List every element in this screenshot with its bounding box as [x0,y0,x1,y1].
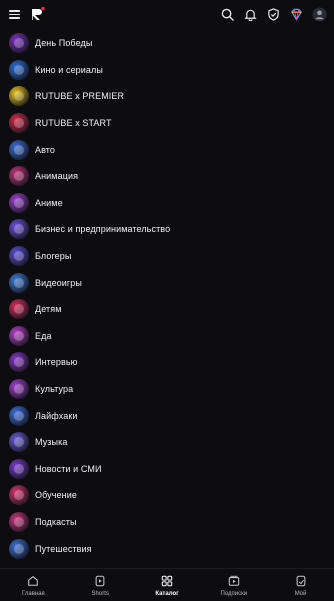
category-item[interactable]: Анимация [0,163,334,190]
category-item[interactable]: Путешествия [0,535,334,562]
premium-diamond-icon[interactable] [288,6,305,23]
category-label: Анимация [35,171,79,182]
category-icon [9,352,29,373]
category-item[interactable]: Авто [0,136,334,163]
category-list: День Победы Кино и сериалы RUTUBE x PREMIE… [0,30,334,562]
category-item[interactable]: Видеоигры [0,269,334,296]
category-item[interactable]: Интервью [0,349,334,376]
category-item[interactable]: Подкасты [0,509,334,536]
category-label: Культура [35,384,74,395]
category-item[interactable]: Еда [0,323,334,350]
category-label: Музыка [35,437,68,448]
category-label: RUTUBE x PREMIER [35,91,125,102]
top-bar [0,0,334,30]
nav-tab-label: Мой [294,591,307,597]
category-icon [9,432,29,453]
category-label: Обучение [35,490,77,501]
category-icon [9,86,29,107]
nav-tab[interactable]: Мой [267,569,334,601]
nav-tab-label: Подписки [220,591,248,597]
category-item[interactable]: Бизнес и предпринимательство [0,216,334,243]
search-icon[interactable] [219,6,236,23]
category-icon [9,325,29,346]
category-label: Подкасты [35,516,77,527]
category-icon [9,139,29,160]
home-icon [28,576,39,586]
category-icon [9,59,29,80]
category-item[interactable]: Музыка [0,429,334,456]
category-label: День Победы [35,38,93,49]
avatar-icon[interactable] [311,6,328,23]
category-label: Бизнес и предпринимательство [35,224,171,235]
category-label: Путешествия [35,543,92,554]
shorts-icon [95,575,105,587]
category-icon [9,192,29,213]
category-item[interactable]: Кино и сериалы [0,57,334,84]
category-label: Лайфхаки [35,410,78,421]
nav-tab-label: Каталог [155,591,179,597]
subscriptions-icon [228,575,240,586]
category-icon [9,379,29,400]
category-icon [9,33,29,54]
category-item[interactable]: Обучение [0,482,334,509]
category-item[interactable]: Новости и СМИ [0,456,334,483]
category-icon [9,219,29,240]
category-icon [9,538,29,559]
category-label: Кино и сериалы [35,64,103,75]
category-item[interactable]: Культура [0,376,334,403]
bottom-navigation: Главная Shorts Каталог Подписки Мой [0,568,334,601]
category-label: Аниме [35,197,63,208]
category-label: Видеоигры [35,277,82,288]
category-icon [9,485,29,506]
nav-tab-label: Shorts [91,591,109,597]
category-item[interactable]: Аниме [0,190,334,217]
catalog-grid-icon [161,575,173,587]
category-icon [9,272,29,293]
category-icon [9,458,29,479]
category-label: Блогеры [35,251,72,262]
category-label: Еда [35,330,52,341]
category-label: Интервью [35,357,78,368]
category-label: Авто [35,144,56,155]
category-icon [9,511,29,532]
shield-icon[interactable] [265,6,282,23]
my-videos-icon [296,575,305,587]
nav-tab-label: Главная [21,591,45,597]
category-icon [9,166,29,187]
category-item[interactable]: RUTUBE x PREMIER [0,83,334,110]
rutube-logo-icon[interactable] [31,6,45,22]
category-label: Детям [35,304,62,315]
nav-tab[interactable]: Подписки [200,569,267,601]
category-label: RUTUBE x START [35,118,112,129]
category-label: Новости и СМИ [35,463,102,474]
category-item[interactable]: RUTUBE x START [0,110,334,137]
nav-tab[interactable]: Главная [0,569,67,601]
category-item[interactable]: Детям [0,296,334,323]
header-actions [219,6,328,23]
category-item[interactable]: День Победы [0,30,334,57]
category-icon [9,246,29,267]
category-icon [9,405,29,426]
category-item[interactable]: Блогеры [0,243,334,270]
bell-icon[interactable] [242,6,259,23]
nav-tab[interactable]: Каталог [134,569,201,601]
category-icon [9,113,29,134]
category-item[interactable]: Лайфхаки [0,402,334,429]
burger-menu-icon[interactable] [9,10,20,19]
nav-tab[interactable]: Shorts [67,569,134,601]
category-icon [9,299,29,320]
